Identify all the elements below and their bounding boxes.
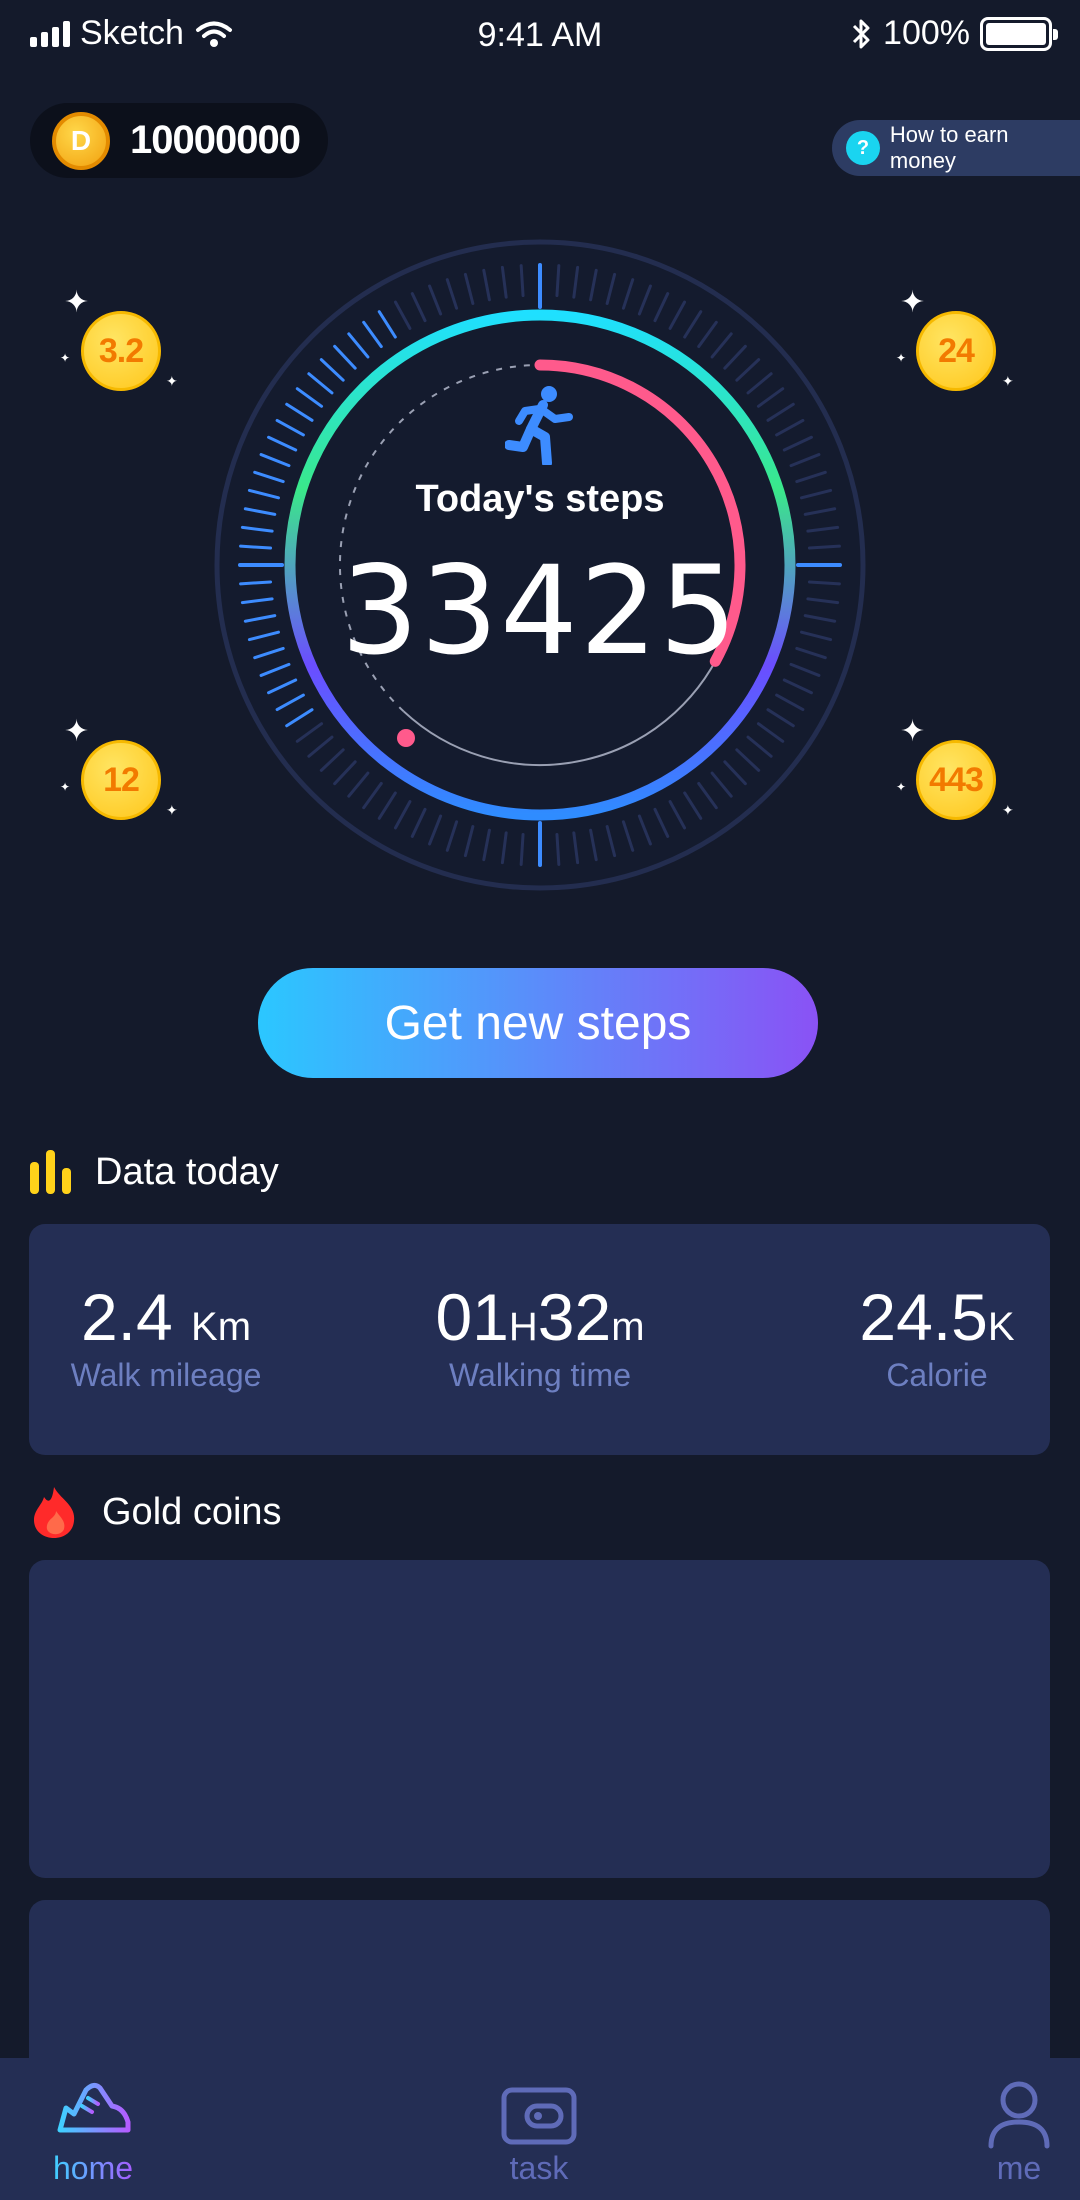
- tab-home-label: home: [52, 2150, 134, 2186]
- stat-calorie: 24.5K Calorie: [837, 1279, 1037, 1394]
- walking-time-label: Walking time: [449, 1357, 631, 1393]
- walk-mileage-unit: Km: [191, 1305, 252, 1349]
- sparkle-icon: ✦: [1002, 373, 1014, 389]
- data-today-title: Data today: [95, 1150, 279, 1193]
- sparkle-icon: ✦: [60, 351, 71, 365]
- bluetooth-icon: [852, 19, 870, 48]
- tab-task[interactable]: task: [474, 2078, 604, 2187]
- status-right: 100%: [851, 14, 1058, 53]
- todays-steps-count: 33425: [340, 540, 740, 682]
- calorie-unit: K: [987, 1305, 1015, 1349]
- user-icon: [988, 2081, 1050, 2149]
- sneaker-icon: [57, 2082, 133, 2147]
- walk-mileage-value: 2.4: [80, 1280, 173, 1354]
- walking-time-hours: 01: [435, 1280, 509, 1354]
- tab-me-label: me: [996, 2150, 1042, 2186]
- sparkle-icon: ✦: [166, 373, 178, 389]
- how-to-earn-button[interactable]: ? How to earn money: [832, 120, 1080, 176]
- stat-walking-time: 01H32m Walking time: [403, 1279, 677, 1394]
- battery-icon: [980, 16, 1058, 51]
- gold-coins-card[interactable]: [29, 1900, 1050, 2080]
- bar-chart-icon: [30, 1150, 71, 1194]
- coin-balance: 10000000: [130, 118, 301, 162]
- data-today-card: 2.4 Km Walk mileage 01H32m Walking time …: [29, 1224, 1050, 1455]
- todays-steps-label: Today's steps: [415, 478, 665, 520]
- progress-start-dot: [397, 729, 415, 747]
- bottom-tab-bar: home task me: [0, 2058, 1080, 2200]
- calorie-value: 24.5: [859, 1280, 988, 1354]
- walking-time-minutes-unit: m: [611, 1305, 645, 1349]
- sparkle-icon: ✦: [60, 780, 71, 794]
- floating-coin[interactable]: 24: [916, 311, 996, 391]
- wallet-icon: [501, 2087, 577, 2145]
- floating-coin[interactable]: 3.2: [81, 311, 161, 391]
- get-new-steps-button[interactable]: Get new steps: [258, 968, 818, 1078]
- sparkle-icon: ✦: [64, 715, 90, 748]
- walk-mileage-label: Walk mileage: [70, 1357, 262, 1393]
- walking-time-hours-unit: H: [508, 1305, 538, 1349]
- tab-task-label: task: [509, 2150, 569, 2186]
- gold-coins-card[interactable]: [29, 1560, 1050, 1878]
- data-today-header: Data today: [30, 1150, 279, 1194]
- runner-icon: [505, 386, 573, 465]
- calorie-label: Calorie: [886, 1357, 988, 1393]
- tab-home[interactable]: home: [28, 2078, 158, 2187]
- sparkle-icon: ✦: [1002, 802, 1014, 818]
- floating-coin[interactable]: 12: [81, 740, 161, 820]
- battery-percent: 100%: [883, 14, 970, 52]
- dial-tick: [519, 264, 525, 298]
- sparkle-icon: ✦: [64, 286, 90, 319]
- sparkle-icon: ✦: [166, 802, 178, 818]
- stat-walk-mileage: 2.4 Km Walk mileage: [29, 1279, 303, 1394]
- dial-tick: [555, 264, 561, 298]
- sparkle-icon: ✦: [900, 286, 926, 319]
- sparkle-icon: ✦: [896, 351, 907, 365]
- status-bar: Sketch 9:41 AM 100%: [0, 0, 1080, 72]
- flame-icon: [34, 1487, 75, 1538]
- sparkle-icon: ✦: [900, 715, 926, 748]
- dial-tick: [519, 832, 525, 866]
- walking-time-minutes: 32: [537, 1280, 612, 1354]
- gold-coins-header: Gold coins: [30, 1485, 282, 1539]
- coin-balance-pill[interactable]: D 10000000: [30, 103, 328, 178]
- sparkle-icon: ✦: [896, 780, 907, 794]
- tab-me[interactable]: me: [954, 2078, 1080, 2187]
- floating-coin[interactable]: 443: [916, 740, 996, 820]
- question-icon: ?: [846, 131, 880, 165]
- coin-icon: D: [52, 111, 110, 170]
- gold-coins-title: Gold coins: [102, 1490, 282, 1533]
- dial-tick: [555, 832, 561, 866]
- how-to-earn-label: How to earn money: [889, 122, 1009, 173]
